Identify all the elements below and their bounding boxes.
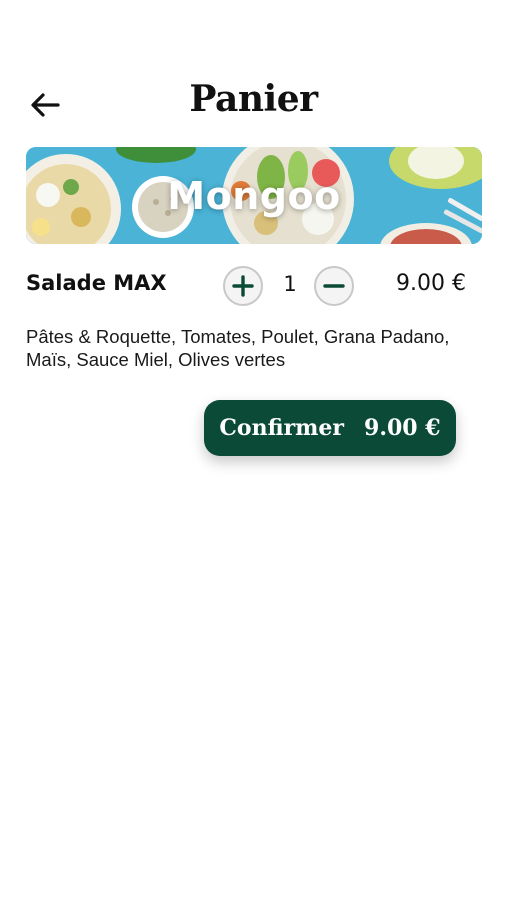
item-description: Pâtes & Roquette, Tomates, Poulet, Grana…: [26, 326, 450, 370]
header: Panier: [0, 72, 507, 138]
item-price: 9.00 €: [396, 271, 466, 296]
minus-icon: [323, 284, 345, 288]
page-title: Panier: [189, 78, 318, 120]
increase-quantity-button[interactable]: [223, 266, 263, 306]
plus-icon: [232, 275, 254, 297]
confirm-total: 9.00 €: [364, 415, 441, 441]
item-name: Salade MAX: [26, 271, 167, 295]
restaurant-name: Mongoo: [167, 173, 341, 218]
confirm-label: Confirmer: [219, 415, 345, 441]
confirm-button[interactable]: Confirmer 9.00 €: [204, 400, 456, 456]
quantity-value: 1: [283, 272, 297, 296]
cart-item: Salade MAX 1 9.00 €: [26, 262, 482, 312]
restaurant-banner: Mongoo: [26, 147, 482, 244]
decrease-quantity-button[interactable]: [314, 266, 354, 306]
